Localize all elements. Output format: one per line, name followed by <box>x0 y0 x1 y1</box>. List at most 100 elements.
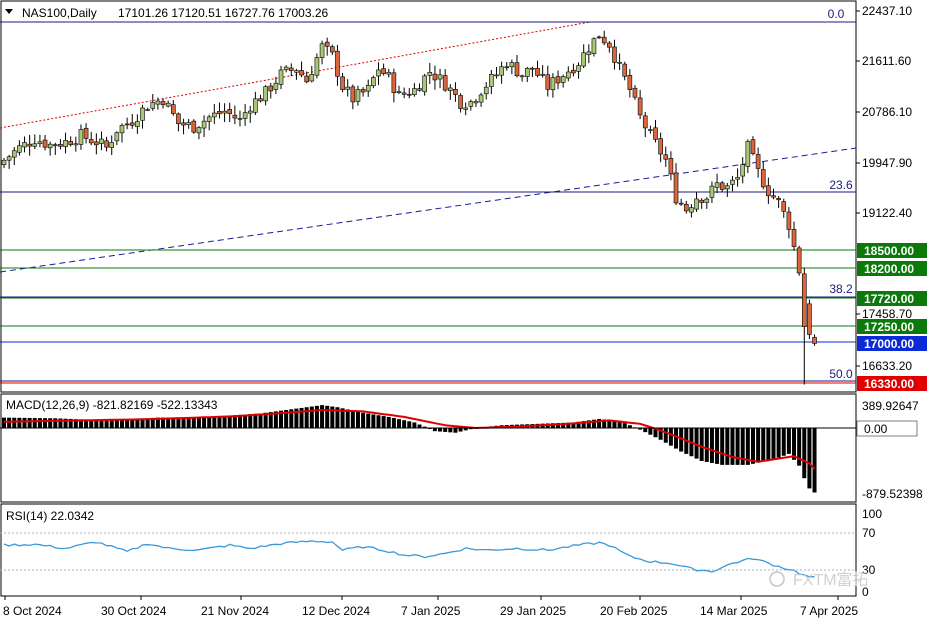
candle-bull <box>422 75 427 93</box>
macd-bar <box>643 428 648 433</box>
macd-bar <box>191 417 196 428</box>
candle-bull <box>206 116 212 122</box>
fib-label-50: 50.0 <box>829 367 853 381</box>
candle-bear <box>673 172 679 204</box>
candle-bull <box>524 68 530 77</box>
candle-bull <box>32 143 38 147</box>
price-tick: 20786.10 <box>862 105 912 119</box>
candle-bull <box>735 177 740 180</box>
candle-bear <box>627 75 633 90</box>
candle-bear <box>170 104 176 114</box>
candle-bull <box>560 76 566 83</box>
macd-bar <box>222 415 227 428</box>
candle-bear <box>442 75 448 91</box>
candle-bull <box>591 38 597 54</box>
chart-canvas: 0.0 23.6 38.2 50.0 NAS100,Daily 17101.26… <box>0 0 936 624</box>
candle-bear <box>555 76 561 84</box>
macd-tick: -879.52398 <box>862 487 923 501</box>
candle-bear <box>807 303 812 335</box>
macd-bar <box>37 418 42 428</box>
candle-bull <box>73 143 79 146</box>
price-tick: 19947.90 <box>862 156 912 170</box>
macd-bar <box>320 405 325 428</box>
x-tick: 7 Apr 2025 <box>800 604 858 618</box>
candle-bull <box>689 207 694 213</box>
candle-bear <box>678 202 684 205</box>
macd-tick: 0.00 <box>864 422 888 436</box>
candle-bull <box>263 86 268 102</box>
chart-symbol: NAS100,Daily <box>22 6 97 20</box>
macd-bar <box>345 409 350 428</box>
macd-bar <box>361 412 366 428</box>
candle-bear <box>104 140 109 148</box>
candle-bear <box>535 68 540 76</box>
candle-bull <box>499 66 504 76</box>
candle-bull <box>63 140 68 147</box>
candle-bull <box>273 82 279 90</box>
macd-bar <box>786 428 791 454</box>
candle-bear <box>401 92 407 95</box>
macd-bar <box>750 428 755 464</box>
level-tag-text: 17000.00 <box>864 337 914 351</box>
macd-bar <box>53 418 58 428</box>
macd-bar <box>43 418 48 428</box>
macd-bar <box>397 419 402 428</box>
x-tick: 29 Jan 2025 <box>500 604 566 618</box>
candle-bull <box>309 74 315 82</box>
candle-bull <box>745 141 751 167</box>
candle-bear <box>530 67 535 70</box>
candle-bear <box>232 114 238 119</box>
candle-bull <box>412 88 417 95</box>
candle-bear <box>83 127 89 139</box>
macd-bar <box>412 422 417 428</box>
candle-bear <box>653 127 658 140</box>
candle-bull <box>725 185 730 190</box>
candle-bear <box>801 273 807 327</box>
candle-bear <box>27 143 32 147</box>
macd-bar <box>417 424 422 428</box>
candle-bull <box>186 122 191 125</box>
level-tag-text: 18200.00 <box>864 262 914 276</box>
candle-bear <box>360 89 366 93</box>
rsi-tick: 100 <box>862 507 882 521</box>
candle-bear <box>129 122 135 126</box>
candle-bear <box>124 123 130 126</box>
candle-bear <box>781 201 787 212</box>
candle-bear <box>406 93 412 96</box>
x-tick: 30 Oct 2024 <box>101 604 167 618</box>
macd-bar <box>448 428 453 433</box>
candle-bull <box>222 110 227 114</box>
candle-bull <box>119 124 125 134</box>
candle-bull <box>114 132 120 142</box>
candle-bull <box>155 100 161 105</box>
macd-bar <box>253 413 258 428</box>
candle-bull <box>709 185 715 198</box>
fib-label-23-6: 23.6 <box>829 178 853 192</box>
candle-bear <box>432 73 438 81</box>
macd-bar <box>663 428 668 443</box>
fib-label-0: 0.0 <box>828 7 845 21</box>
candle-bull <box>11 150 17 158</box>
macd-bar <box>771 428 776 460</box>
macd-bar <box>104 420 109 428</box>
candle-bear <box>622 63 628 77</box>
macd-bar <box>7 417 12 428</box>
candle-bear <box>612 46 617 63</box>
macd-bar <box>453 428 458 433</box>
x-tick: 12 Dec 2024 <box>302 604 370 618</box>
candle-bear <box>786 211 792 230</box>
macd-bar <box>725 428 730 465</box>
macd-tick: 389.92647 <box>862 399 919 413</box>
candle-bull <box>99 138 104 144</box>
macd-bar <box>458 428 463 432</box>
macd-bar <box>407 421 412 428</box>
level-tag-text: 16330.00 <box>864 377 914 391</box>
candle-bear <box>288 67 294 71</box>
candle-bear <box>340 76 345 90</box>
candle-bull <box>253 98 258 113</box>
candle-bear <box>642 115 648 129</box>
macd-bar <box>699 428 704 461</box>
macd-bar <box>735 428 740 465</box>
candle-bear <box>160 101 166 106</box>
level-tag-text: 17720.00 <box>864 292 914 306</box>
